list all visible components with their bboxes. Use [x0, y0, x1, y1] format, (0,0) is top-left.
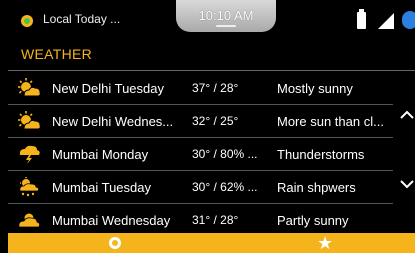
- star-icon[interactable]: ★: [317, 233, 333, 253]
- partly-sunny-icon: [18, 213, 41, 228]
- section-title: WEATHER: [21, 46, 93, 62]
- row-condition: Mostly sunny: [277, 81, 353, 96]
- sun-cloud-icon: [18, 111, 41, 130]
- weather-row[interactable]: Mumbai Monday 30° / 80% ... Thunderstorm…: [8, 138, 393, 171]
- row-city: Mumbai Tuesday: [52, 180, 151, 195]
- weather-row[interactable]: New Delhi Wednes... 32° / 25° More sun t…: [8, 105, 393, 138]
- weather-list: New Delhi Tuesday 37° / 28° Mostly sunny…: [8, 72, 393, 237]
- row-temp: 31° / 28°: [192, 213, 239, 227]
- app-title: Local Today ...: [43, 12, 121, 26]
- row-temp: 30° / 62% ...: [192, 180, 258, 194]
- row-condition: More sun than cl...: [277, 114, 384, 129]
- bluetooth-icon: [402, 11, 415, 29]
- sun-cloud-icon: [18, 78, 41, 97]
- row-condition: Thunderstorms: [277, 147, 365, 162]
- bottom-bar: ★: [8, 233, 415, 253]
- signal-icon: [378, 13, 394, 29]
- row-city: New Delhi Tuesday: [52, 81, 164, 96]
- drag-handle-icon[interactable]: [216, 25, 236, 27]
- chevron-up-icon[interactable]: [399, 110, 415, 120]
- rain-icon: [19, 177, 40, 197]
- thunderstorm-icon: [19, 145, 40, 164]
- app-icon[interactable]: [21, 15, 33, 27]
- weather-row[interactable]: Mumbai Tuesday 30° / 62% ... Rain shpwer…: [8, 171, 393, 204]
- row-condition: Rain shpwers: [277, 180, 356, 195]
- weather-row[interactable]: New Delhi Tuesday 37° / 28° Mostly sunny: [8, 72, 393, 105]
- row-city: Mumbai Monday: [52, 147, 149, 162]
- clock: 10:10 AM: [198, 8, 254, 23]
- row-temp: 30° / 80% ...: [192, 147, 258, 161]
- battery-icon: [357, 9, 366, 29]
- status-bar: Local Today ... 10:10 AM: [0, 0, 415, 40]
- chevron-down-icon[interactable]: [399, 179, 415, 189]
- row-city: New Delhi Wednes...: [52, 114, 174, 129]
- divider: [8, 70, 415, 71]
- row-temp: 37° / 28°: [192, 81, 239, 95]
- row-condition: Partly sunny: [277, 213, 349, 228]
- row-temp: 32° / 25°: [192, 114, 239, 128]
- row-city: Mumbai Wednesday: [52, 213, 171, 228]
- clock-tab[interactable]: 10:10 AM: [176, 0, 276, 32]
- app-icon[interactable]: [109, 237, 121, 249]
